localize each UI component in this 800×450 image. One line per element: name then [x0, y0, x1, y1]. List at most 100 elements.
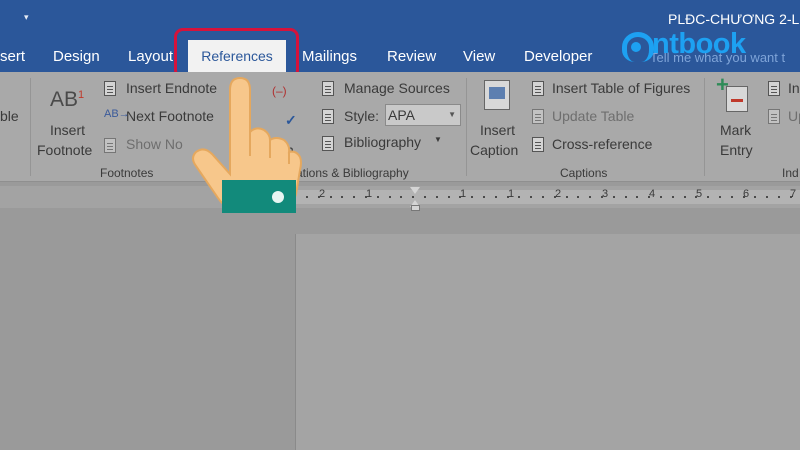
ruler-tick: [471, 196, 473, 198]
cuff-button-icon: [272, 191, 284, 203]
bibliography-caret-icon[interactable]: ▼: [434, 135, 442, 144]
ruler-tick: [330, 196, 332, 198]
ruler-tick: [377, 196, 379, 198]
update-index-button: Up: [788, 108, 800, 124]
ruler-tick: [766, 196, 768, 198]
ruler-number: 7: [790, 188, 797, 200]
ruler-tick: [625, 196, 627, 198]
ruler-number: 4: [649, 188, 656, 200]
style-select-value: APA: [388, 107, 415, 123]
cross-reference-icon[interactable]: [532, 137, 544, 152]
ruler-tick: [589, 196, 591, 198]
sleeve-cuff: [222, 180, 296, 213]
ruler-number: 1: [460, 188, 467, 200]
ruler-tick: [648, 196, 650, 198]
footnotes-group-label: Footnotes: [100, 166, 154, 180]
ruler-tick: [518, 196, 520, 198]
ruler-tick: [400, 196, 402, 198]
table-of-contents-label[interactable]: ble: [0, 108, 19, 124]
group-separator: [466, 78, 467, 176]
ruler-tick: [436, 196, 438, 198]
chevron-down-icon: ▼: [448, 110, 456, 119]
insert-index-icon[interactable]: [768, 81, 780, 96]
ruler-tick: [483, 196, 485, 198]
ruler-number: 2: [555, 188, 562, 200]
ruler-number: 1: [366, 188, 373, 200]
bibliography-icon[interactable]: [322, 136, 334, 151]
ruler-tick: [577, 196, 579, 198]
captions-group-label: Captions: [560, 166, 608, 180]
ruler-tick: [389, 196, 391, 198]
insert-footnote-label-2[interactable]: Footnote: [37, 142, 92, 158]
ruler-tick: [695, 196, 697, 198]
manage-sources-button[interactable]: Manage Sources: [344, 80, 450, 96]
ruler-tick: [684, 196, 686, 198]
style-select[interactable]: APA ▼: [385, 104, 461, 126]
update-index-icon: [768, 109, 780, 124]
ruler-tick: [412, 196, 414, 198]
update-table-icon: [532, 109, 544, 124]
style-label: Style:: [344, 108, 380, 124]
first-line-indent-marker[interactable]: [410, 187, 420, 194]
ruler-tick: [707, 196, 709, 198]
ruler-tick: [566, 196, 568, 198]
ruler-tick: [672, 196, 674, 198]
ruler-tick: [554, 196, 556, 198]
insert-caption-icon[interactable]: [484, 80, 510, 110]
ruler-number: 1: [508, 188, 515, 200]
ruler-number: 6: [743, 188, 750, 200]
tab-developer[interactable]: Developer: [524, 48, 592, 65]
ruler-tick: [660, 196, 662, 198]
quick-access-customize-icon[interactable]: ▾: [24, 12, 29, 23]
ribbon-divider: [0, 181, 800, 182]
show-notes-button: Show No: [126, 136, 183, 152]
tab-layout[interactable]: Layout: [128, 48, 173, 65]
insert-index-button[interactable]: In: [788, 80, 800, 96]
ruler-tick: [448, 196, 450, 198]
ruler-tick: [778, 196, 780, 198]
mark-entry-label-2[interactable]: Entry: [720, 142, 753, 158]
ruler-tick: [754, 196, 756, 198]
tab-mailings[interactable]: Mailings: [302, 48, 357, 65]
ruler-number: 3: [602, 188, 609, 200]
tab-insert[interactable]: sert: [0, 48, 25, 65]
insert-footnote-label-1[interactable]: Insert: [50, 122, 85, 138]
insert-caption-label-1[interactable]: Insert: [480, 122, 515, 138]
bibliography-button[interactable]: Bibliography: [344, 134, 421, 150]
tab-design[interactable]: Design: [53, 48, 100, 65]
insert-endnote-icon[interactable]: [104, 81, 116, 96]
ruler-tick: [613, 196, 615, 198]
left-indent-marker[interactable]: [411, 205, 420, 211]
update-table-button: Update Table: [552, 108, 635, 124]
ruler-tick: [353, 196, 355, 198]
ruler-tick: [790, 196, 792, 198]
ruler-tick: [719, 196, 721, 198]
ruler-number: 5: [696, 188, 703, 200]
ruler-tick: [495, 196, 497, 198]
manage-sources-icon[interactable]: [322, 81, 334, 96]
picture-icon: [489, 87, 505, 99]
mark-entry-label-1[interactable]: Mark: [720, 122, 751, 138]
insert-table-of-figures-icon[interactable]: [532, 81, 544, 96]
logo-text: ntbook: [652, 28, 746, 60]
insert-footnote-icon[interactable]: AB1: [50, 88, 84, 112]
ruler-tick: [318, 196, 320, 198]
citations-group-label: ations & Bibliography: [296, 166, 409, 180]
index-group-label: Ind: [782, 166, 799, 180]
ruler-tick: [365, 196, 367, 198]
style-icon: [322, 109, 334, 124]
ntbook-logo: ntbook: [622, 26, 772, 66]
document-title: PLĐC-CHƯƠNG 2-L: [668, 11, 800, 27]
tab-view[interactable]: View: [463, 48, 495, 65]
ruler-tick: [530, 196, 532, 198]
ruler-tick: [636, 196, 638, 198]
ruler-tick: [542, 196, 544, 198]
cross-reference-button[interactable]: Cross-reference: [552, 136, 652, 152]
ruler-tick: [424, 196, 426, 198]
logo-eye-icon: [631, 42, 641, 52]
insert-caption-label-2[interactable]: Caption: [470, 142, 518, 158]
insert-table-of-figures-button[interactable]: Insert Table of Figures: [552, 80, 690, 96]
document-page[interactable]: [296, 234, 800, 450]
tab-review[interactable]: Review: [387, 48, 436, 65]
mark-entry-icon[interactable]: [726, 86, 748, 112]
